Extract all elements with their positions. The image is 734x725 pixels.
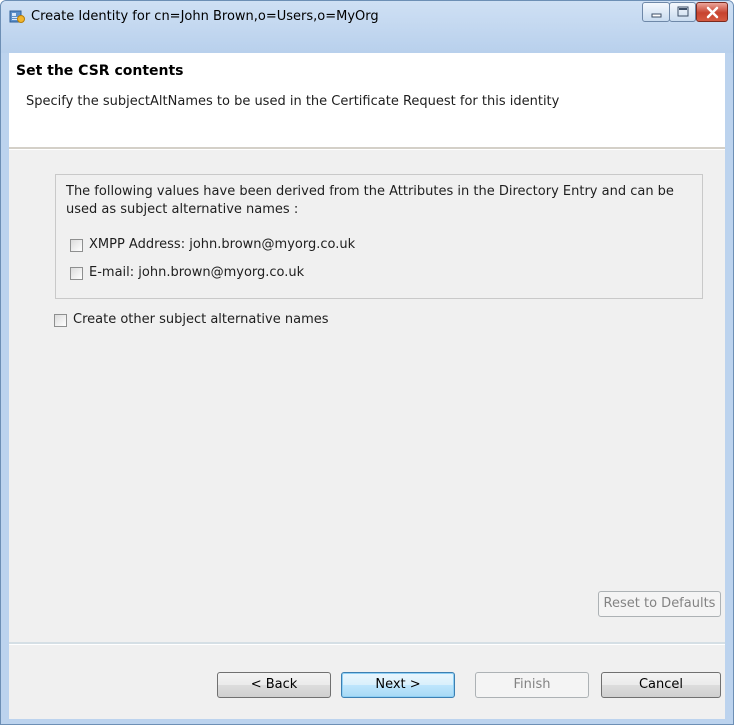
email-checkbox[interactable]: [70, 267, 83, 280]
xmpp-address-label[interactable]: XMPP Address: john.brown@myorg.co.uk: [89, 237, 355, 252]
xmpp-address-checkbox[interactable]: [70, 239, 83, 252]
cancel-button[interactable]: Cancel: [601, 672, 721, 698]
derived-values-description: The following values have been derived f…: [66, 184, 674, 217]
wizard-content: The following values have been derived f…: [9, 150, 725, 642]
close-icon: [706, 6, 719, 19]
wizard-footer: < Back Next > Finish Cancel: [9, 645, 725, 719]
page-title: Set the CSR contents: [16, 63, 184, 79]
minimize-icon: [651, 13, 662, 18]
wizard-header: Set the CSR contents Specify the subject…: [9, 53, 725, 147]
identity-wizard-icon: [9, 8, 25, 24]
create-other-names-label[interactable]: Create other subject alternative names: [73, 312, 329, 327]
next-button[interactable]: Next >: [341, 672, 455, 698]
title-bar[interactable]: Create Identity for cn=John Brown,o=User…: [1, 1, 733, 53]
finish-button[interactable]: Finish: [475, 672, 589, 698]
create-other-names-checkbox[interactable]: [54, 314, 67, 327]
window-title: Create Identity for cn=John Brown,o=User…: [31, 9, 379, 24]
close-button[interactable]: [696, 2, 728, 22]
minimize-button[interactable]: [642, 2, 670, 22]
maximize-icon: [677, 6, 689, 17]
derived-values-group: The following values have been derived f…: [55, 174, 703, 299]
back-button[interactable]: < Back: [217, 672, 331, 698]
reset-to-defaults-button[interactable]: Reset to Defaults: [598, 591, 721, 617]
page-description: Specify the subjectAltNames to be used i…: [26, 94, 560, 109]
email-label[interactable]: E-mail: john.brown@myorg.co.uk: [89, 265, 304, 280]
maximize-button[interactable]: [669, 2, 696, 22]
wizard-window: Create Identity for cn=John Brown,o=User…: [0, 0, 734, 725]
